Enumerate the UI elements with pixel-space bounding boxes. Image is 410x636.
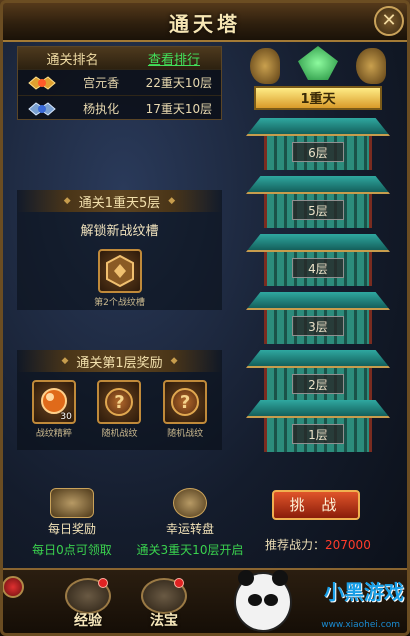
bottom-nav: 经验 法宝 小黑游戏 www.xiaohei.com bbox=[0, 568, 410, 636]
tower-floor[interactable]: 2层 bbox=[246, 350, 390, 402]
nav-label: 经验 bbox=[74, 613, 102, 629]
unlock-text: 解锁新战纹槽 bbox=[80, 224, 159, 239]
bottom-panel: 每日奖励 每日0点可领取 幸运转盘 通关3重天10层开启 挑 战 推荐战力：20… bbox=[10, 478, 400, 558]
reward-item[interactable]: 30 战纹精粹 bbox=[31, 380, 76, 439]
ranking-progress: 22重天10层 bbox=[145, 76, 213, 90]
watermark-logo: 小黑游戏 bbox=[324, 580, 404, 604]
tower: 1重天 6层 5层 4层 3层 2层 1层 bbox=[236, 38, 400, 466]
milestone-reward-panel: ◆ 通关第1层奖励 ◆ 30 战纹精粹 ? 随机战纹 ? 随机战纹 bbox=[17, 350, 222, 450]
dragon-ornament-icon bbox=[356, 48, 386, 84]
challenge-button[interactable]: 挑 战 bbox=[272, 490, 360, 520]
item-caption: 随机战纹 bbox=[167, 429, 204, 439]
page-title: 通天塔 bbox=[169, 12, 241, 36]
treasure-chest-icon bbox=[50, 488, 94, 518]
item-caption: 战纹精粹 bbox=[35, 429, 72, 439]
lucky-wheel-hint: 通关3重天10层开启 bbox=[136, 543, 244, 557]
floor-label: 4层 bbox=[292, 258, 344, 278]
power-label: 推荐战力： bbox=[265, 538, 326, 552]
floor-label: 3层 bbox=[292, 316, 344, 336]
tower-floor[interactable]: 3层 bbox=[246, 292, 390, 344]
ranking-title: 通关排名 bbox=[46, 52, 99, 68]
question-mark-icon: ? bbox=[163, 380, 208, 424]
ranking-row: 杨执化 17重天10层 bbox=[18, 95, 221, 121]
ranking-progress: 17重天10层 bbox=[145, 102, 213, 116]
jade-gem-icon bbox=[298, 46, 338, 80]
ranking-name: 宫元香 bbox=[83, 76, 120, 90]
floor-label: 2层 bbox=[292, 374, 344, 394]
reward-item[interactable]: ? 随机战纹 bbox=[97, 380, 142, 439]
wheel-icon bbox=[173, 488, 207, 518]
lucky-wheel[interactable]: 幸运转盘 通关3重天10层开启 bbox=[128, 488, 252, 558]
tower-floor[interactable]: 6层 bbox=[246, 118, 390, 170]
milestone-title: ◆ 通关1重天5层 ◆ bbox=[17, 190, 222, 212]
daily-reward[interactable]: 每日奖励 每日0点可领取 bbox=[24, 488, 120, 558]
item-count: 30 bbox=[60, 412, 72, 422]
diamond-ornament-icon: ◆ bbox=[168, 196, 176, 206]
nav-item-experience[interactable]: 经验 bbox=[58, 578, 118, 630]
tower-floor[interactable]: 5层 bbox=[246, 176, 390, 228]
tower-floor[interactable]: 1层 bbox=[246, 400, 390, 452]
daily-reward-hint: 每日0点可领取 bbox=[32, 543, 112, 557]
ranking-header: 通关排名 查看排行 bbox=[18, 47, 221, 69]
ranking-panel: 通关排名 查看排行 宫元香 22重天10层 杨执化 17重天10层 bbox=[17, 46, 222, 120]
tongtian-tower-window: 通天塔 ✕ 通关排名 查看排行 宫元香 22重天10层 杨执化 17重天10层 … bbox=[0, 0, 410, 636]
ranking-row: 宫元香 22重天10层 bbox=[18, 69, 221, 95]
red-orb-icon bbox=[2, 576, 24, 598]
recommended-power: 推荐战力：207000 bbox=[265, 536, 371, 553]
silver-rank-badge-icon bbox=[18, 99, 66, 119]
tower-floor[interactable]: 4层 bbox=[246, 234, 390, 286]
nav-label: 法宝 bbox=[150, 613, 178, 629]
power-value: 207000 bbox=[325, 538, 371, 552]
diamond-ornament-icon: ◆ bbox=[61, 356, 69, 366]
nav-item-treasure[interactable]: 法宝 bbox=[134, 578, 194, 630]
lucky-wheel-label: 幸运转盘 bbox=[165, 522, 214, 536]
floor-label: 1层 bbox=[292, 424, 344, 444]
floor-label: 5层 bbox=[292, 200, 344, 220]
unlock-item[interactable]: 第2个战纹槽 bbox=[17, 249, 222, 308]
notification-dot bbox=[174, 578, 184, 588]
diamond-ornament-icon: ◆ bbox=[170, 356, 178, 366]
title-bar: 通天塔 ✕ bbox=[0, 0, 410, 42]
gold-rank-badge-icon bbox=[18, 73, 66, 93]
diamond-ornament-icon: ◆ bbox=[63, 196, 71, 206]
item-caption: 第2个战纹槽 bbox=[94, 298, 145, 308]
orb-icon: 30 bbox=[31, 380, 76, 424]
milestone-title-text: 通关1重天5层 bbox=[78, 195, 161, 211]
watermark-url: www.xiaohei.com bbox=[321, 620, 400, 630]
close-icon[interactable]: ✕ bbox=[374, 6, 404, 36]
question-mark-icon: ? bbox=[97, 380, 142, 424]
reward-list: 30 战纹精粹 ? 随机战纹 ? 随机战纹 bbox=[17, 380, 222, 439]
panda-mascot-icon bbox=[234, 570, 292, 632]
notification-dot bbox=[98, 578, 108, 588]
view-ranking-link[interactable]: 查看排行 bbox=[127, 49, 221, 68]
dragon-ornament-icon bbox=[250, 48, 280, 84]
milestone-unlock-panel: ◆ 通关1重天5层 ◆ 解锁新战纹槽 第2个战纹槽 bbox=[17, 190, 222, 310]
reward-item[interactable]: ? 随机战纹 bbox=[163, 380, 208, 439]
floor-label: 6层 bbox=[292, 142, 344, 162]
war-pattern-slot-icon bbox=[97, 249, 142, 293]
ranking-name: 杨执化 bbox=[83, 102, 120, 116]
daily-reward-label: 每日奖励 bbox=[47, 522, 96, 536]
current-level-tag[interactable]: 1重天 bbox=[254, 86, 382, 110]
item-caption: 随机战纹 bbox=[101, 429, 138, 439]
milestone-title-text: 通关第1层奖励 bbox=[76, 355, 163, 371]
milestone-title: ◆ 通关第1层奖励 ◆ bbox=[17, 350, 222, 372]
